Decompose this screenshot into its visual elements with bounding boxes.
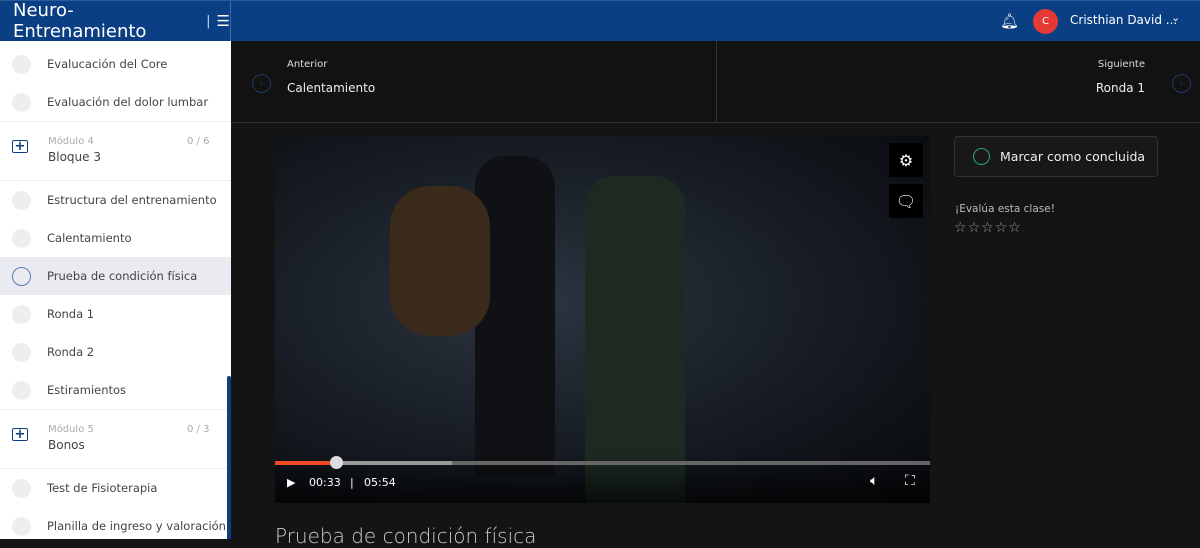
feedback-icon[interactable]: 🗨︎ [889, 184, 923, 218]
time-separator: | [350, 476, 354, 489]
duration: 05:54 [364, 476, 396, 489]
module-label: Módulo 4 [48, 136, 94, 147]
lesson-navigation: ‹ Anterior Calentamiento Siguiente Ronda… [231, 41, 1200, 123]
sidebar-lesson-item[interactable]: Prueba de condición física [0, 257, 231, 295]
progress-handle[interactable] [329, 456, 343, 469]
sidebar-lesson-item[interactable]: Evaluación del dolor lumbar [0, 83, 231, 121]
brand-separator: | [206, 13, 211, 29]
lesson-label: Planilla de ingreso y valoración [47, 519, 226, 533]
circle-icon [973, 148, 990, 165]
current-time: 00:33 [309, 476, 341, 489]
hamburger-icon[interactable]: ☰ [217, 12, 230, 30]
volume-icon[interactable]: 🔈︎ [870, 473, 878, 489]
lesson-label: Estructura del entrenamiento [47, 193, 217, 207]
folder-plus-icon: + [12, 427, 28, 442]
status-circle-icon [12, 516, 31, 536]
sidebar-lesson-item[interactable]: Ronda 1 [0, 295, 231, 333]
star-icon[interactable]: ☆ [995, 220, 1009, 236]
sidebar-lesson-item[interactable]: Test de Fisioterapia [0, 469, 231, 507]
video-mural [390, 186, 490, 336]
sidebar-lesson-item[interactable]: Estructura del entrenamiento [0, 181, 231, 219]
lesson-label: Test de Fisioterapia [47, 481, 158, 495]
status-circle-icon [12, 190, 31, 210]
video-figure [475, 156, 555, 476]
star-icon[interactable]: ☆ [981, 220, 995, 236]
progress-bar[interactable] [275, 456, 930, 469]
settings-icon[interactable]: ⚙ [889, 143, 923, 177]
top-bar: Neuro-Entrenamiento | ☰ 🔔︎ C Cristhian D… [0, 0, 1200, 42]
sidebar-lesson-item[interactable]: Calentamiento [0, 219, 231, 257]
status-circle-icon [12, 304, 31, 324]
lesson-label: Ronda 1 [47, 307, 95, 321]
fullscreen-icon[interactable]: ⛶ [905, 473, 915, 489]
sidebar-module-module5[interactable]: + Módulo 5 0 / 3 Bonos [0, 409, 231, 469]
brand-title[interactable]: Neuro-Entrenamiento [13, 0, 200, 42]
lesson-title: Prueba de condición física [275, 524, 537, 548]
chevron-right-icon[interactable]: › [1172, 74, 1191, 93]
bell-icon[interactable]: 🔔︎ [1000, 12, 1019, 30]
previous-label: Anterior [287, 59, 328, 70]
sidebar-lesson-item[interactable]: Evalucación del Core [0, 45, 231, 83]
chevron-left-icon[interactable]: ‹ [252, 74, 271, 93]
star-icon[interactable]: ☆ [1008, 220, 1022, 236]
star-icon[interactable]: ☆ [968, 220, 982, 236]
lesson-label: Ronda 2 [47, 345, 95, 359]
sidebar-module-module4[interactable]: + Módulo 4 0 / 6 Bloque 3 [0, 121, 231, 181]
mark-complete-label: Marcar como concluida [1000, 149, 1146, 164]
avatar[interactable]: C [1033, 9, 1058, 34]
lesson-label: Evalucación del Core [47, 57, 168, 71]
lesson-label: Prueba de condición física [47, 269, 198, 283]
sidebar-lesson-item[interactable]: Ronda 2 [0, 333, 231, 371]
status-circle-icon [12, 266, 31, 286]
next-label: Siguiente [1097, 59, 1145, 70]
rate-label: ¡Evalúa esta clase! [955, 203, 1055, 215]
star-icon[interactable]: ☆ [954, 220, 968, 236]
previous-lesson[interactable]: ‹ Anterior Calentamiento [231, 41, 717, 123]
module-label: Módulo 5 [48, 424, 94, 435]
lesson-label: Evaluación del dolor lumbar [47, 95, 209, 109]
folder-plus-icon: + [12, 139, 28, 154]
played-bar [275, 461, 336, 465]
previous-title[interactable]: Calentamiento [287, 81, 375, 95]
status-circle-icon [12, 228, 31, 248]
sidebar-lesson-item[interactable]: Estiramientos [0, 371, 231, 409]
sidebar-scrollbar[interactable] [227, 376, 231, 539]
video-player[interactable]: ⚙ 🗨︎ ▶ 00:33 | 05:54 🔈︎ ⛶ [275, 136, 930, 503]
status-circle-icon [12, 92, 31, 112]
next-lesson[interactable]: Siguiente Ronda 1 › [717, 41, 1200, 123]
user-name[interactable]: Cristhian David ... [1070, 13, 1177, 27]
sidebar: Evalucación del Core Evaluación del dolor… [0, 41, 231, 539]
status-circle-icon [12, 478, 31, 498]
play-icon[interactable]: ▶ [287, 476, 295, 489]
sidebar-lesson-item[interactable]: Planilla de ingreso y valoración [0, 507, 231, 539]
brand: Neuro-Entrenamiento | ☰ [0, 0, 231, 42]
module-count: 0 / 3 [187, 424, 210, 435]
status-circle-icon [12, 342, 31, 362]
status-circle-icon [12, 380, 31, 400]
next-title[interactable]: Ronda 1 [1096, 81, 1145, 95]
module-name: Bonos [48, 438, 85, 452]
chevron-down-icon[interactable]: ⌄ [1171, 11, 1180, 24]
module-name: Bloque 3 [48, 150, 101, 164]
status-circle-icon [12, 54, 31, 74]
rating-stars: ☆☆☆☆☆ [954, 220, 1022, 236]
lesson-label: Calentamiento [47, 231, 132, 245]
mark-complete-button[interactable]: Marcar como concluida [954, 136, 1158, 177]
module-count: 0 / 6 [187, 136, 210, 147]
lesson-label: Estiramientos [47, 383, 127, 397]
